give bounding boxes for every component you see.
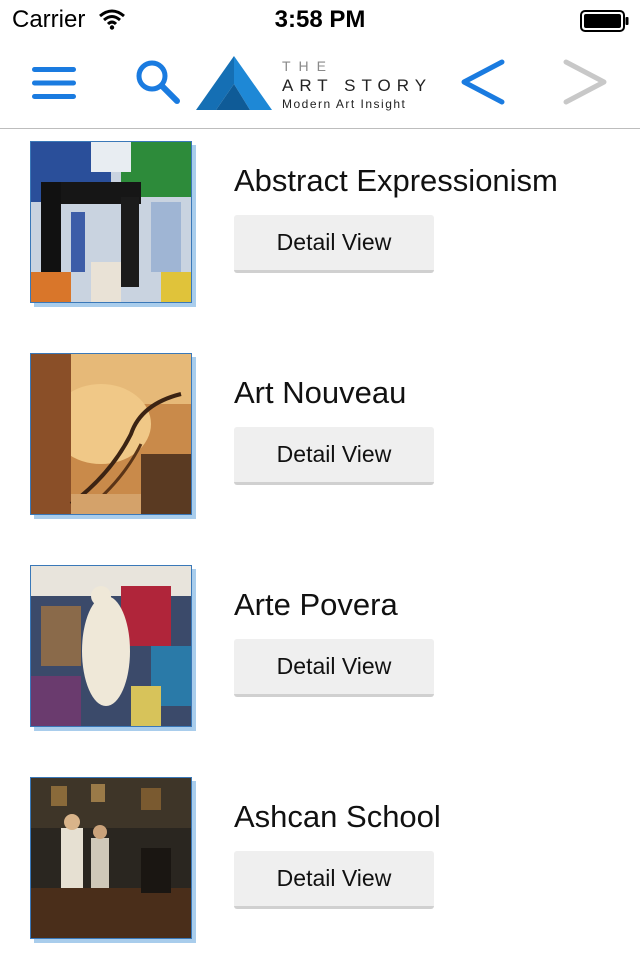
list-item: Abstract Expressionism Detail View [0, 129, 640, 319]
forward-chevron-icon[interactable] [560, 56, 610, 108]
movement-title: Arte Povera [234, 587, 398, 622]
back-chevron-icon[interactable] [458, 56, 508, 108]
nav-bar: THE ART STORY Modern Art Insight [0, 40, 640, 129]
detail-view-button[interactable]: Detail View [234, 639, 434, 697]
thumbnail[interactable] [30, 353, 196, 519]
detail-view-button[interactable]: Detail View [234, 851, 434, 909]
logo-the-text: THE [282, 58, 334, 74]
movement-title: Ashcan School [234, 799, 441, 834]
arte-povera-sculpture-image [30, 565, 192, 727]
thumbnail[interactable] [30, 141, 196, 307]
ashcan-school-painting-image [30, 777, 192, 939]
thumbnail[interactable] [30, 565, 196, 731]
logo-mark-icon [196, 56, 272, 110]
list-item: Ashcan School Detail View [0, 765, 640, 955]
list-item: Arte Povera Detail View [0, 553, 640, 743]
logo-name-text: ART STORY [282, 76, 433, 95]
thumbnail[interactable] [30, 777, 196, 943]
search-icon[interactable] [134, 58, 182, 106]
list-item: Art Nouveau Detail View [0, 341, 640, 531]
logo-tagline-text: Modern Art Insight [282, 97, 407, 111]
menu-icon[interactable] [30, 64, 78, 102]
status-bar: Carrier 3:58 PM [0, 0, 640, 40]
battery-icon [580, 10, 629, 32]
detail-view-button[interactable]: Detail View [234, 215, 434, 273]
movement-title: Art Nouveau [234, 375, 407, 410]
status-time: 3:58 PM [274, 6, 366, 33]
art-nouveau-staircase-image [30, 353, 192, 515]
movement-title: Abstract Expressionism [234, 163, 558, 198]
abstract-expressionism-painting-image [30, 141, 192, 303]
art-story-logo[interactable]: THE ART STORY Modern Art Insight [194, 54, 454, 116]
detail-view-button[interactable]: Detail View [234, 427, 434, 485]
